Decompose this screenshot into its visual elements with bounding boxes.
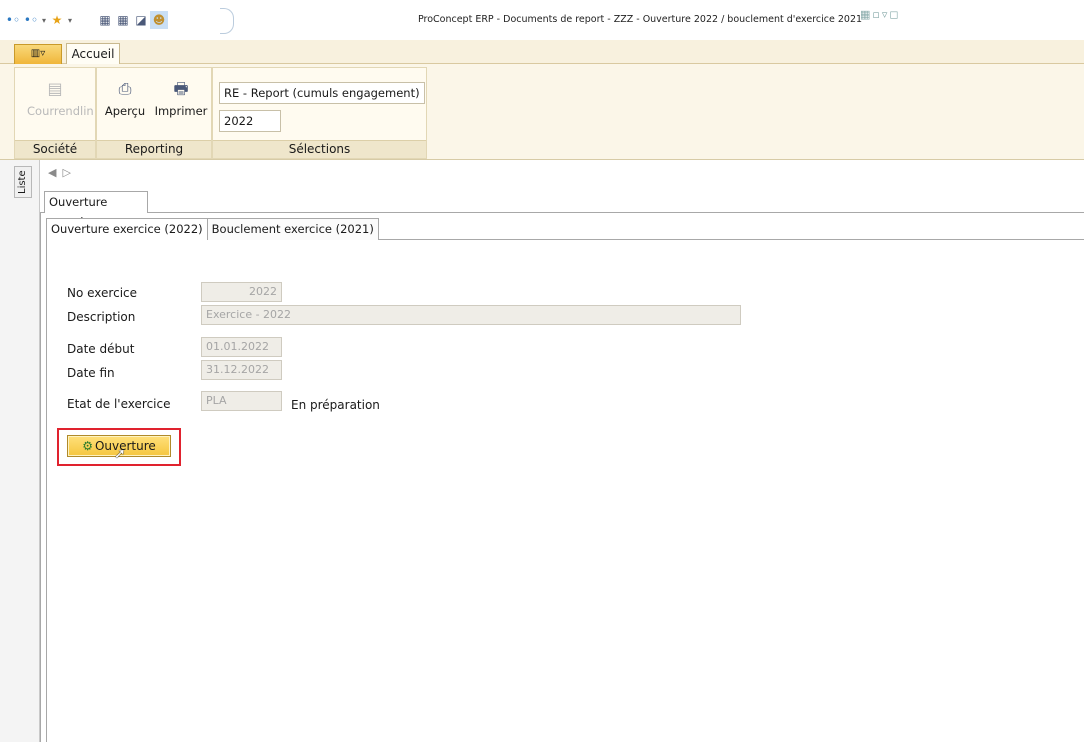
tab-ouverture-2022[interactable]: Ouverture exercice (2022)	[46, 218, 208, 240]
arrow-left-icon[interactable]: ◀	[48, 166, 62, 179]
group-reporting-label: Reporting	[97, 140, 211, 158]
imprimer-label: Imprimer	[154, 104, 208, 118]
courrendlin-label: Courrendlin	[27, 104, 94, 118]
description-field[interactable]: Exercice - 2022	[201, 305, 741, 325]
group-reporting: ⎙ Aperçu 🖶 Imprimer Reporting	[96, 67, 212, 159]
title-bar: •◦ •◦ ▾ ★ ▾ ▦ ▦ ◪ ☻ ProConcept ERP - Doc…	[0, 0, 1084, 40]
document-icon[interactable]: ▦	[96, 11, 114, 29]
printer-icon: 🖶	[173, 79, 189, 98]
chevron-down-icon[interactable]: ▾	[40, 16, 48, 25]
gear-icon: ⚙	[82, 439, 93, 453]
date-fin-label: Date fin	[67, 366, 115, 380]
date-debut-field[interactable]: 01.01.2022	[201, 337, 282, 357]
no-exercice-field[interactable]: 2022	[201, 282, 282, 302]
date-fin-field[interactable]: 31.12.2022	[201, 360, 282, 380]
quick-access-toolbar: •◦ •◦ ▾ ★ ▾ ▦ ▦ ◪ ☻	[4, 10, 168, 30]
etat-exercice-field[interactable]: PLA	[201, 391, 282, 411]
tab-bouclement-2021[interactable]: Bouclement exercice (2021)	[206, 218, 379, 240]
year-selection-field[interactable]: 2022	[219, 110, 281, 132]
window-title: ProConcept ERP - Documents de report - Z…	[417, 14, 863, 25]
ribbon-tab-bar: ▥▿ Accueil	[0, 40, 1084, 65]
group-selections-label: Sélections	[213, 140, 426, 158]
imprimer-button[interactable]: 🖶 Imprimer	[151, 72, 211, 134]
arrow-right-icon[interactable]: ▷	[62, 166, 76, 179]
report-selection-combo[interactable]: RE - Report (cumuls engagement) ENC	[219, 82, 425, 104]
no-exercice-label: No exercice	[67, 286, 138, 300]
ribbon: ▤ Courrendlin Société ⎙ Aperçu 🖶 Imprime…	[0, 64, 1084, 160]
mouse-cursor-icon: ➚	[114, 446, 126, 462]
favorites-star-icon[interactable]: ★	[48, 11, 66, 29]
quick-access-frame	[220, 8, 234, 34]
apercu-button[interactable]: ⎙ Aperçu	[97, 72, 153, 134]
liste-tab[interactable]: Liste	[14, 166, 32, 198]
print-preview-icon: ⎙	[118, 79, 132, 98]
side-panel: Liste	[0, 160, 40, 742]
nav-icon[interactable]: •◦	[22, 11, 40, 29]
tab-ouverture-exercice[interactable]: Ouverture exercice	[44, 191, 148, 229]
group-societe: ▤ Courrendlin Société	[14, 67, 96, 159]
tab-accueil[interactable]: Accueil	[66, 43, 120, 65]
building-icon: ▤	[47, 79, 63, 98]
group-selections: RE - Report (cumuls engagement) ENC 2022…	[212, 67, 427, 159]
etat-exercice-label: Etat de l'exercice	[67, 397, 171, 411]
application-menu-button[interactable]: ▥▿	[14, 44, 62, 64]
nav-arrows[interactable]: ◀▷	[48, 166, 77, 179]
window-controls[interactable]: ▦▫▿◻	[860, 8, 901, 21]
date-debut-label: Date début	[67, 342, 135, 356]
apercu-label: Aperçu	[104, 104, 146, 118]
courrendlin-button[interactable]: ▤ Courrendlin	[27, 72, 94, 134]
group-societe-label: Société	[15, 140, 95, 158]
app-icon[interactable]: •◦	[4, 11, 22, 29]
user-tool-icon[interactable]: ☻	[150, 11, 168, 29]
description-label: Description	[67, 310, 136, 324]
export-icon[interactable]: ◪	[132, 11, 150, 29]
etat-description: En préparation	[291, 398, 380, 412]
document-copy-icon[interactable]: ▦	[114, 11, 132, 29]
inner-tab-bar: Ouverture exercice (2022) Bouclement exe…	[46, 218, 379, 240]
chevron-down-icon[interactable]: ▾	[66, 16, 74, 25]
